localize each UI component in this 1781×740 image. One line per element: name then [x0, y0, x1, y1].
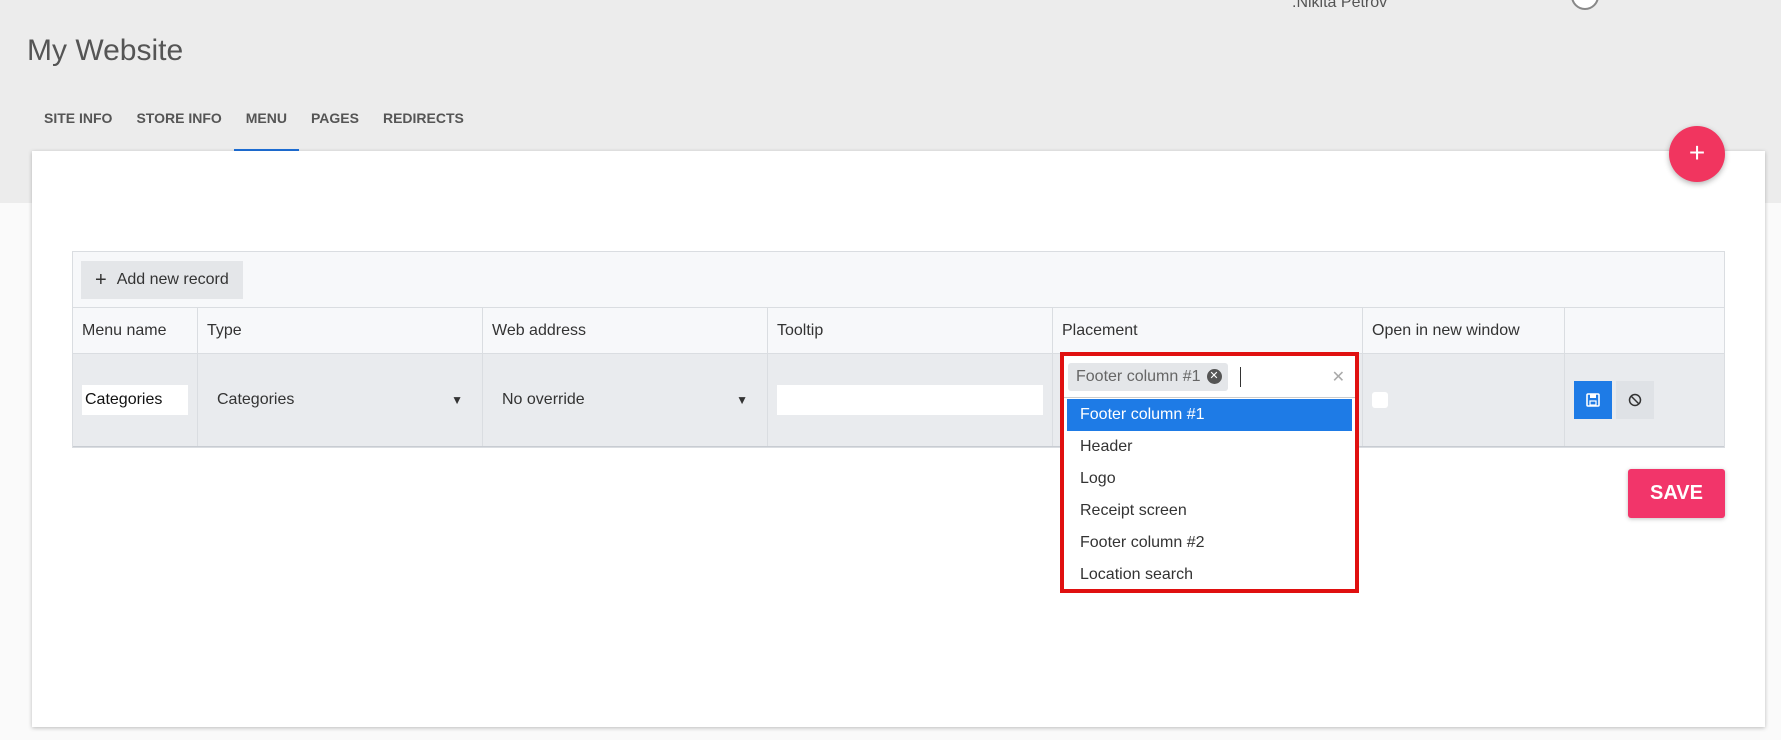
tab-redirects[interactable]: REDIRECTS: [371, 100, 476, 152]
add-new-record-button[interactable]: + Add new record: [81, 261, 243, 299]
type-select-value: Categories: [217, 391, 295, 408]
open-in-new-window-checkbox[interactable]: [1372, 392, 1388, 408]
placement-option-location-search[interactable]: Location search: [1067, 559, 1352, 591]
add-new-record-label: Add new record: [116, 271, 229, 288]
type-select[interactable]: Categories ▼: [207, 380, 473, 420]
column-header-type[interactable]: Type: [198, 308, 483, 353]
chip-remove-icon[interactable]: ✕: [1206, 369, 1222, 384]
menu-name-input[interactable]: Categories: [82, 385, 188, 415]
placement-chip-label: Footer column #1: [1076, 367, 1201, 385]
placement-multiselect-input[interactable]: Footer column #1 ✕ ✕: [1064, 356, 1355, 398]
plus-icon: +: [95, 268, 107, 291]
placement-dropdown: Footer column #1 ✕ ✕ Footer column #1 He…: [1060, 352, 1359, 593]
caret-down-icon: ▼: [451, 393, 463, 407]
column-header-open-in-new-window[interactable]: Open in new window: [1363, 308, 1565, 353]
floppy-disk-icon: [1586, 393, 1600, 407]
grid-header-row: Menu name Type Web address Tooltip Place…: [73, 308, 1724, 354]
placement-options-list: Footer column #1 Header Logo Receipt scr…: [1064, 398, 1355, 592]
ban-icon: [1628, 393, 1642, 407]
type-cell: Categories ▼: [198, 354, 483, 446]
page-title: My Website: [27, 34, 184, 67]
text-cursor: [1239, 366, 1241, 387]
grid-toolbar: + Add new record: [73, 252, 1724, 308]
caret-down-icon: ▼: [736, 393, 748, 407]
web-address-select[interactable]: No override ▼: [492, 380, 758, 420]
actions-cell: [1565, 354, 1724, 446]
tooltip-input[interactable]: [777, 385, 1043, 415]
column-header-tooltip[interactable]: Tooltip: [768, 308, 1053, 353]
column-header-actions: [1565, 308, 1724, 353]
tab-pages[interactable]: PAGES: [299, 100, 371, 152]
add-fab-button[interactable]: +: [1669, 126, 1725, 182]
table-row: Categories Categories ▼ No override ▼: [73, 354, 1724, 447]
column-header-menu-name[interactable]: Menu name: [73, 308, 198, 353]
placement-option-header[interactable]: Header: [1067, 431, 1352, 463]
open-in-new-window-cell: [1363, 354, 1565, 446]
tab-bar: SITE INFO STORE INFO MENU PAGES REDIRECT…: [32, 100, 476, 152]
column-header-placement[interactable]: Placement: [1053, 308, 1363, 353]
menu-grid: + Add new record Menu name Type Web addr…: [72, 251, 1725, 448]
placement-chip: Footer column #1 ✕: [1068, 362, 1228, 391]
placement-option-footer-column-1[interactable]: Footer column #1: [1067, 399, 1352, 431]
user-name[interactable]: .Nikita Petrov: [1292, 0, 1387, 12]
clear-selection-icon[interactable]: ✕: [1332, 367, 1345, 387]
tooltip-cell: [768, 354, 1053, 446]
web-address-cell: No override ▼: [483, 354, 768, 446]
row-save-button[interactable]: [1574, 381, 1612, 419]
placement-option-logo[interactable]: Logo: [1067, 463, 1352, 495]
column-header-web-address[interactable]: Web address: [483, 308, 768, 353]
placement-option-footer-column-2[interactable]: Footer column #2: [1067, 527, 1352, 559]
row-cancel-button[interactable]: [1616, 381, 1654, 419]
tab-store-info[interactable]: STORE INFO: [124, 100, 233, 152]
tab-site-info[interactable]: SITE INFO: [32, 100, 124, 152]
menu-name-cell: Categories: [73, 354, 198, 446]
tab-menu[interactable]: MENU: [233, 100, 300, 152]
placement-option-receipt-screen[interactable]: Receipt screen: [1067, 495, 1352, 527]
save-button[interactable]: SAVE: [1628, 469, 1725, 518]
web-address-select-value: No override: [502, 391, 585, 408]
